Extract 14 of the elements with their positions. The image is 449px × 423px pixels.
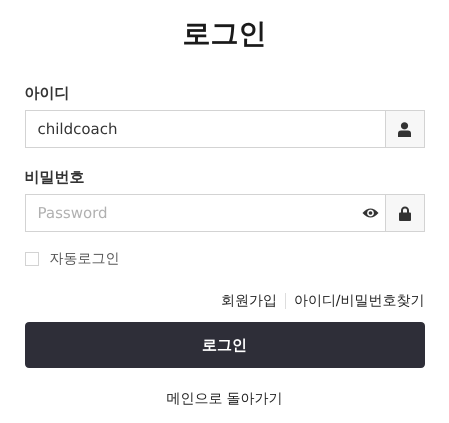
password-field[interactable]: Password — [24, 194, 384, 232]
field-label: 아이디 — [24, 83, 70, 104]
link[interactable]: 아이디/비밀번호찾기 — [294, 292, 424, 310]
eye-icon[interactable] — [362, 207, 378, 219]
login-button[interactable]: 로그인 — [24, 322, 424, 368]
checkbox[interactable] — [24, 252, 38, 266]
input-field[interactable]: childcoach — [24, 110, 384, 148]
checkbox-label[interactable]: 자동로그인 — [50, 250, 120, 268]
back-link[interactable]: 메인으로 돌아가기 — [166, 391, 283, 407]
link[interactable]: 회원가입 — [220, 292, 277, 310]
field-label: 비밀번호 — [24, 167, 84, 188]
lock-icon — [398, 206, 410, 220]
user-icon — [398, 122, 411, 136]
page-title: 로그인 — [182, 16, 268, 52]
